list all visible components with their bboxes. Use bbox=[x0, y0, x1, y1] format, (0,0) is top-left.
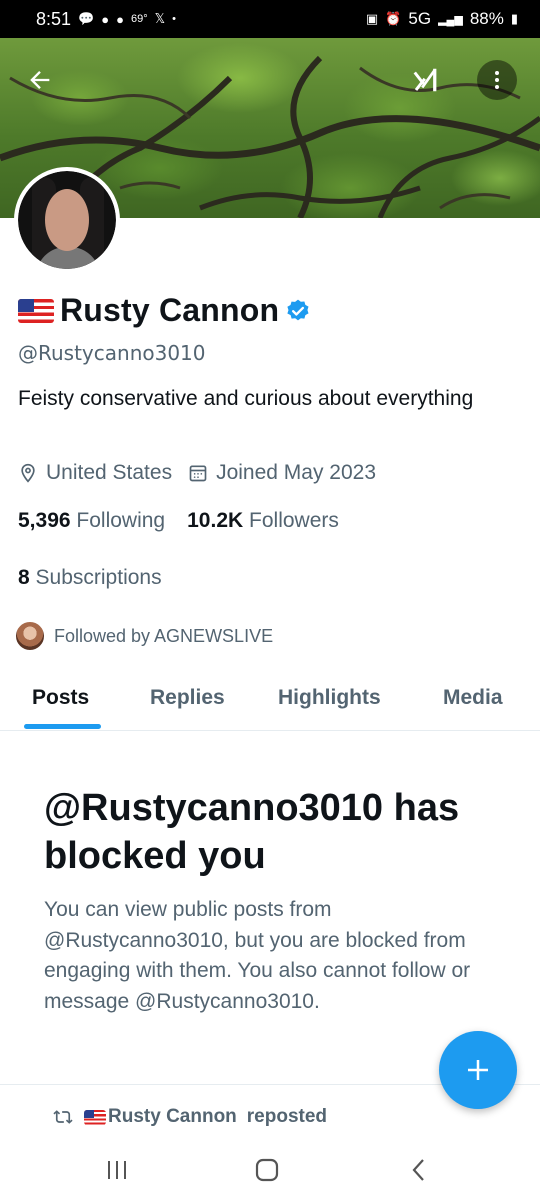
home-button[interactable] bbox=[247, 1152, 287, 1188]
profile-handle: @Rustycanno3010 bbox=[18, 341, 206, 365]
profile-bio: Feisty conservative and curious about ev… bbox=[18, 387, 474, 410]
system-nav-bar bbox=[0, 1140, 540, 1200]
blocked-title: @Rustycanno3010 has blocked you bbox=[44, 787, 460, 877]
followed-by-text: Followed by AGNEWSLIVE bbox=[54, 625, 274, 646]
followers-link[interactable]: 10.2K Followers bbox=[187, 509, 339, 533]
joined-item: Joined May 2023 bbox=[188, 461, 376, 485]
profile-tabs: Posts Replies Highlights Media bbox=[0, 676, 540, 731]
repost-icon bbox=[53, 1110, 73, 1124]
followers-count: 10.2K bbox=[187, 509, 244, 532]
location-item: United States bbox=[18, 461, 172, 485]
calendar-icon bbox=[189, 465, 207, 482]
tab-posts[interactable]: Posts bbox=[32, 686, 89, 710]
repost-user: Rusty Cannon bbox=[84, 1106, 237, 1128]
message-notification-icon: 💬 bbox=[78, 11, 95, 26]
more-vertical-icon bbox=[495, 71, 499, 89]
arrow-left-icon bbox=[30, 71, 50, 89]
profile-avatar[interactable] bbox=[14, 167, 120, 273]
more-notifications-icon: • bbox=[172, 13, 176, 25]
following-count: 5,396 bbox=[18, 509, 71, 532]
back-button[interactable] bbox=[20, 60, 60, 100]
location-text: United States bbox=[46, 461, 173, 484]
followed-by[interactable]: Followed by AGNEWSLIVE bbox=[14, 620, 273, 652]
more-options-button[interactable] bbox=[477, 60, 517, 100]
battery-icon: ▮ bbox=[510, 11, 518, 26]
tab-media[interactable]: Media bbox=[443, 686, 503, 710]
alarm-icon: ⏰ bbox=[385, 11, 402, 26]
location-pin-icon bbox=[21, 463, 35, 483]
subscriptions-label: Subscriptions bbox=[35, 566, 162, 589]
repost-user-name: Rusty Cannon bbox=[108, 1106, 237, 1127]
tab-highlights[interactable]: Highlights bbox=[278, 686, 381, 710]
blocked-body: You can view public posts from @Rustycan… bbox=[44, 898, 471, 1013]
lock-icon: ▣ bbox=[365, 11, 379, 26]
active-tab-indicator bbox=[24, 724, 101, 729]
profile-meta: United States Joined May 2023 bbox=[18, 461, 376, 485]
verified-badge-icon[interactable] bbox=[285, 298, 311, 324]
tab-replies[interactable]: Replies bbox=[150, 686, 225, 710]
follower-avatar bbox=[14, 620, 46, 652]
us-flag-icon bbox=[18, 298, 54, 323]
network-type: 5G bbox=[408, 9, 432, 28]
avatar-photo bbox=[18, 171, 116, 269]
system-back-button[interactable] bbox=[399, 1152, 439, 1188]
x-logo-icon: 𝕏 bbox=[154, 11, 166, 26]
subscriptions-link[interactable]: 8 Subscriptions bbox=[18, 566, 162, 590]
battery-percent: 88% bbox=[469, 9, 504, 28]
repost-suffix: reposted bbox=[246, 1106, 328, 1127]
status-time: 8:51 bbox=[36, 8, 72, 29]
grok-button[interactable] bbox=[406, 60, 446, 100]
status-bar: 8:51 💬 ● ● 69° 𝕏 • ▣ ⏰ 5G ▂▄▆ 88% ▮ bbox=[0, 0, 540, 38]
followers-label: Followers bbox=[249, 509, 339, 532]
profile-name-row: Rusty Cannon bbox=[18, 292, 311, 329]
joined-text: Joined May 2023 bbox=[216, 461, 377, 484]
home-icon bbox=[255, 1158, 279, 1182]
chevron-left-icon bbox=[412, 1159, 424, 1181]
recent-apps-icon bbox=[108, 1161, 126, 1179]
display-name: Rusty Cannon bbox=[60, 292, 280, 328]
recent-apps-button[interactable] bbox=[97, 1152, 137, 1188]
grok-icon bbox=[413, 68, 437, 92]
repost-header[interactable]: Rusty Cannon reposted bbox=[52, 1106, 327, 1128]
us-flag-icon bbox=[84, 1109, 106, 1125]
follow-counts: 5,396 Following 10.2K Followers bbox=[18, 509, 339, 533]
following-label: Following bbox=[76, 509, 166, 532]
plus-icon bbox=[468, 1060, 488, 1080]
following-link[interactable]: 5,396 Following bbox=[18, 509, 165, 533]
compose-button[interactable] bbox=[439, 1031, 517, 1109]
subscriptions-count: 8 bbox=[18, 566, 30, 589]
app-notification-icon: ● bbox=[101, 11, 110, 27]
weather-temperature: 69° bbox=[130, 13, 148, 25]
app-notification-icon-2: ● bbox=[116, 11, 124, 27]
signal-icon: ▂▄▆ bbox=[438, 13, 463, 26]
